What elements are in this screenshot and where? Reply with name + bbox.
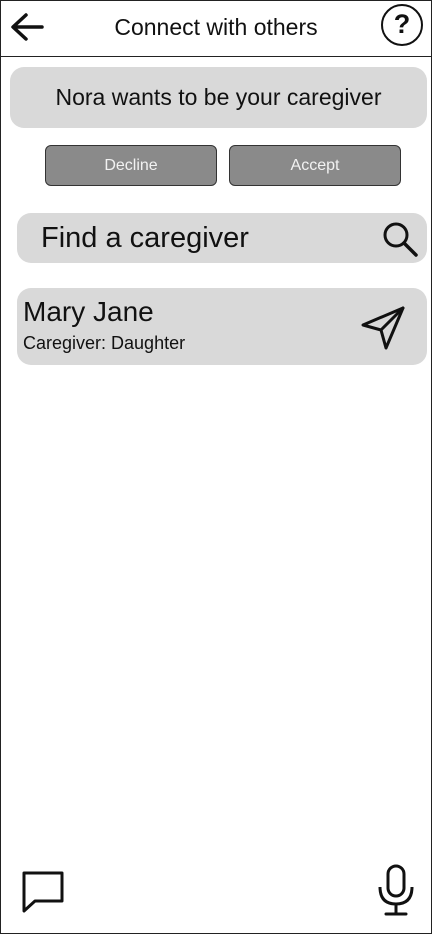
microphone-icon xyxy=(378,864,414,916)
chat-button[interactable] xyxy=(19,867,67,915)
send-icon xyxy=(361,306,405,350)
search-bar xyxy=(17,213,427,263)
search-button[interactable] xyxy=(381,220,419,258)
accept-button[interactable]: Accept xyxy=(229,145,401,186)
search-icon xyxy=(383,222,418,257)
caregiver-name: Mary Jane xyxy=(23,296,154,327)
arrow-left-icon xyxy=(11,13,44,41)
header-bar: Connect with others ? xyxy=(1,1,431,57)
send-request-button[interactable] xyxy=(359,304,407,352)
caregiver-request-banner: Nora wants to be your caregiver xyxy=(10,67,427,128)
caregiver-role: Caregiver: Daughter xyxy=(23,333,186,353)
decline-button[interactable]: Decline xyxy=(45,145,217,186)
chat-icon xyxy=(22,871,64,913)
help-button[interactable]: ? xyxy=(381,4,423,46)
app-screen: Connect with others ? Nora wants to be y… xyxy=(0,0,432,934)
search-input[interactable] xyxy=(41,221,361,255)
request-message: Nora wants to be your caregiver xyxy=(55,84,382,110)
caregiver-result-card[interactable]: Mary Jane Caregiver: Daughter xyxy=(17,288,427,365)
back-button[interactable] xyxy=(7,8,47,48)
microphone-button[interactable] xyxy=(373,863,419,917)
page-title: Connect with others xyxy=(114,14,318,40)
